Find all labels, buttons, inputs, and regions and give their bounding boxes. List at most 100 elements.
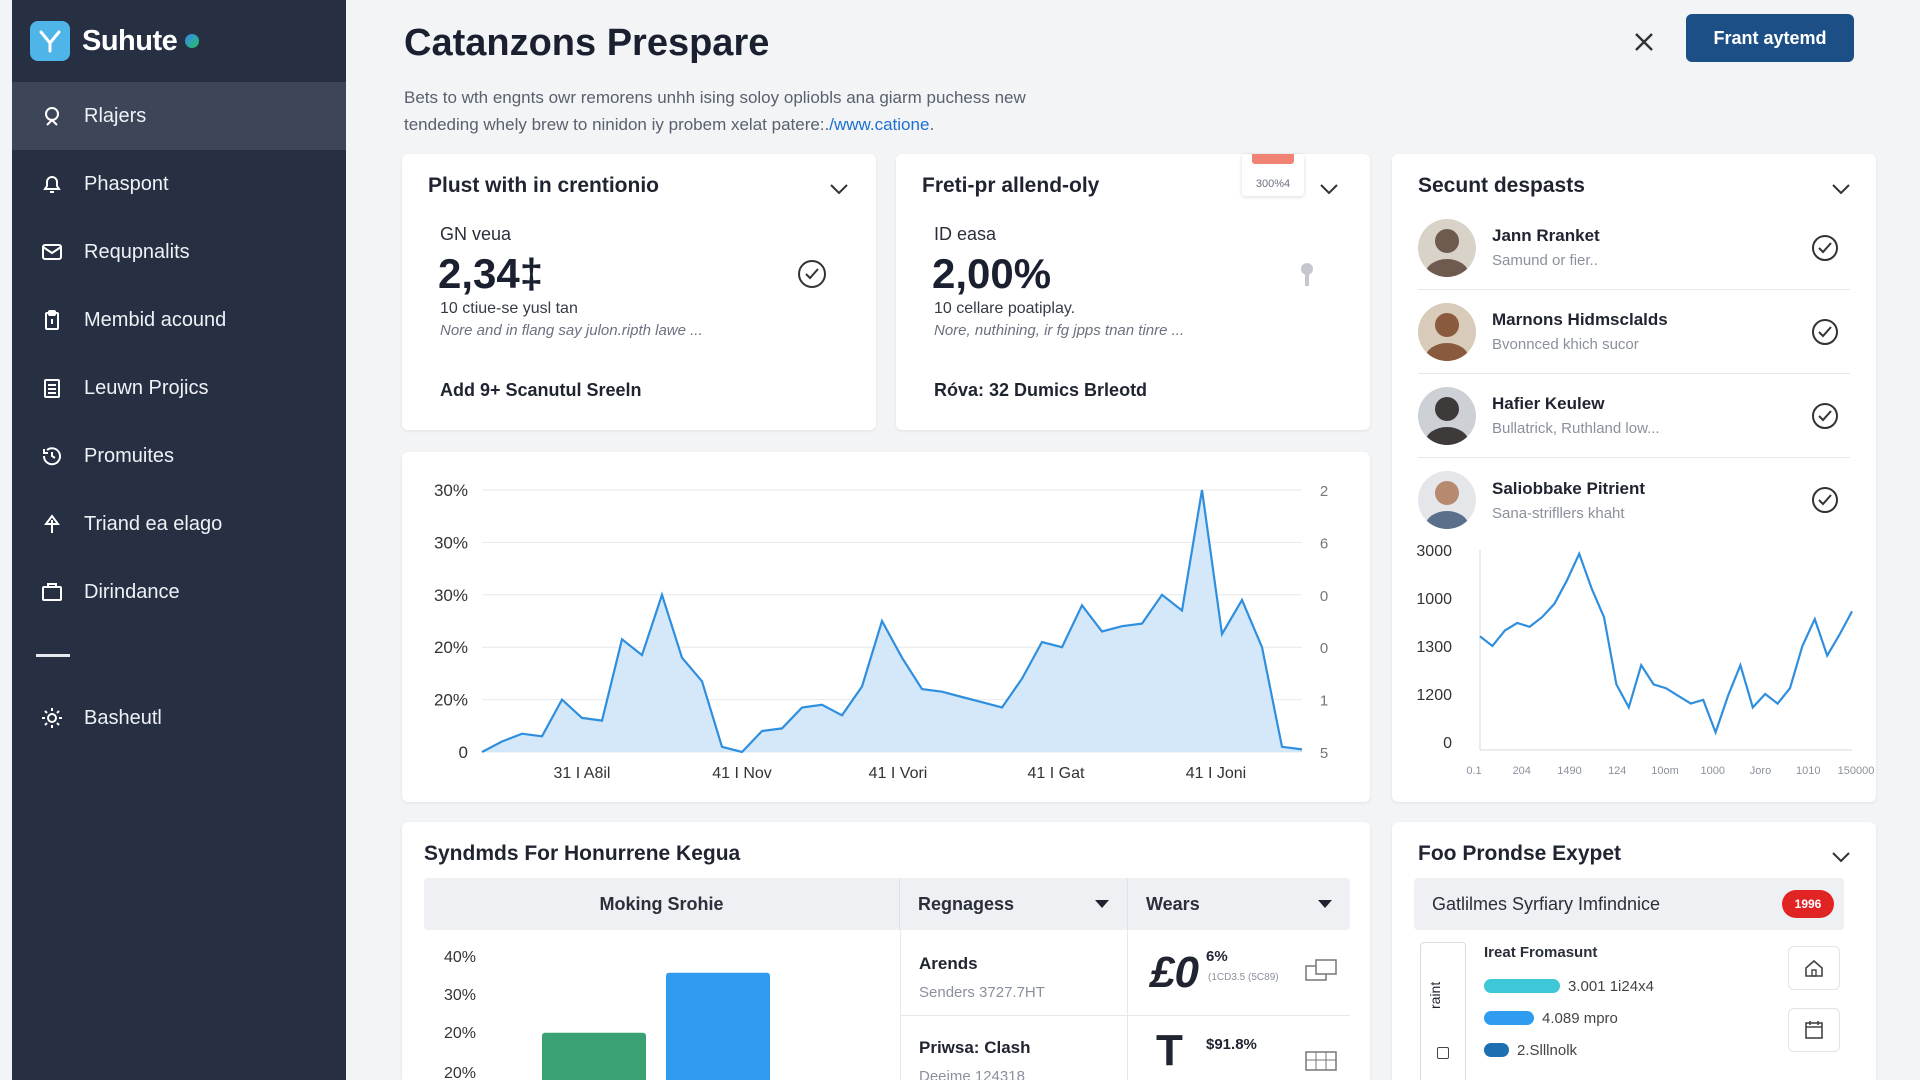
alert-row[interactable]: Gatlilmes Syrfiary Imfindnice 1996	[1414, 878, 1844, 930]
metric-main: T	[1156, 1026, 1183, 1075]
found-card: Foo Prondse Exypet Gatlilmes Syrfiary Im…	[1392, 822, 1876, 1080]
main-chart-card: 30% 2 30% 6 30% 0 20% 0 20% 1 0 5 31 I A8il 41 I Nov 4…	[402, 452, 1370, 802]
x-tick-label: 41 I Gat	[1028, 765, 1085, 782]
copy-icon[interactable]	[1304, 958, 1338, 984]
list-item[interactable]: Hafier Keulew Bullatrick, Ruthland low..…	[1418, 374, 1850, 458]
avatar	[1418, 302, 1476, 361]
x-tick-label: 0.1	[1466, 765, 1481, 777]
sidebar-item-label: Leuwn Projics	[84, 376, 209, 399]
sidebar-divider	[12, 626, 346, 684]
card-title: Secunt despasts	[1418, 174, 1585, 197]
check-circle-icon[interactable]	[1810, 485, 1840, 515]
metrics-column: £0 6% (1CD3.5 (5C89) T $91.8%	[1128, 930, 1350, 1080]
legend-bar	[1484, 1011, 1534, 1025]
alert-label: Gatlilmes Syrfiary Imfindnice	[1432, 893, 1661, 914]
chevron-down-icon[interactable]	[1828, 844, 1854, 870]
chevron-down-icon[interactable]	[1828, 176, 1854, 202]
line-chart: 3000 1000 1300 1200 0 0.1 204 1490 124 10om 1000 Jo…	[1416, 543, 1875, 777]
column-header[interactable]: Moking Srohie	[424, 878, 900, 930]
y2-tick-label: 0	[1320, 588, 1328, 605]
alert-badge: 1996	[1782, 890, 1834, 918]
chevron-down-icon[interactable]	[1316, 176, 1342, 202]
calendar-button[interactable]	[1788, 1008, 1840, 1052]
list-item[interactable]: Saliobbake Pitrient Sana-strifllers khah…	[1418, 458, 1850, 542]
legend-title: Ireat Fromasunt	[1484, 944, 1598, 961]
person-subtitle: Sana-strifllers khaht	[1492, 504, 1625, 522]
x-tick-label: 31 I A8il	[554, 765, 611, 782]
dropdown-arrow-icon	[1095, 900, 1109, 908]
sidebar-item-dirindance[interactable]: Dirindance	[12, 558, 346, 626]
upload-icon	[38, 510, 66, 538]
list-item[interactable]: Marnons Hidmsclalds Bvonnced khich sucor	[1418, 290, 1850, 374]
sidebar-item-label: Promuites	[84, 444, 175, 467]
metric-cell: £0 6% (1CD3.5 (5C89)	[1128, 930, 1350, 1016]
sidebar-item-membid-acound[interactable]: Membid acound	[12, 286, 346, 354]
kpi-card-2: Freti-pr allend-oly 300%4 ID easa 2,00% …	[896, 154, 1370, 430]
kpi-value: 2,00%	[932, 250, 1052, 297]
mail-icon	[38, 238, 66, 266]
y2-tick-label: 0	[1320, 640, 1328, 657]
grid-icon[interactable]	[1304, 1050, 1338, 1072]
person-name: Hafier Keulew	[1492, 394, 1605, 413]
list-item[interactable]: Jann Rranket Samund or fier..	[1418, 206, 1850, 290]
legend-label: 3.001 1i24x4	[1568, 977, 1654, 995]
side-tab[interactable]: raint	[1420, 942, 1466, 1080]
column-header[interactable]: Regnagess	[900, 878, 1128, 930]
column-label: Wears	[1146, 893, 1200, 914]
check-circle-icon	[798, 260, 826, 288]
column-header[interactable]: Wears	[1128, 878, 1350, 930]
tag-badge: 300%4	[1242, 154, 1304, 196]
table-row[interactable]: Priwsa: Clash Deeime 124318	[901, 1016, 1127, 1080]
description-link-suffix: .	[929, 115, 935, 134]
y-tick-label: 30%	[434, 481, 468, 500]
sidebar-item-leuwn-projics[interactable]: Leuwn Projics	[12, 354, 346, 422]
y-tick-label: 40%	[444, 949, 476, 966]
check-circle-icon[interactable]	[1810, 233, 1840, 263]
x-tick-label: 204	[1513, 765, 1531, 777]
legend-item: 2.Slllnolk	[1484, 1034, 1764, 1066]
side-tab-label: raint	[1427, 981, 1443, 1009]
sidebar-item-label: Basheutl	[84, 706, 162, 729]
table-card: Syndmds For Honurrene Kegua Moking Srohi…	[402, 822, 1370, 1080]
home-button[interactable]	[1788, 946, 1840, 990]
metric-cell: T $91.8%	[1128, 1016, 1350, 1080]
card-title: Freti-pr allend-oly	[922, 174, 1100, 197]
close-button[interactable]	[1626, 24, 1662, 60]
check-circle-icon[interactable]	[1810, 401, 1840, 431]
sidebar-item-label: Triand ea elago	[84, 512, 223, 535]
kpi-value: 2,34‡	[438, 250, 544, 297]
sidebar-item-rlajers[interactable]: Rlajers	[12, 82, 346, 150]
person-subtitle: Samund or fier..	[1492, 252, 1598, 269]
row-name: Arends	[919, 954, 978, 973]
check-circle-icon[interactable]	[1810, 317, 1840, 347]
sidebar-item-promuites[interactable]: Promuites	[12, 422, 346, 490]
x-tick-label: 150000	[1838, 765, 1875, 777]
table-row[interactable]: Arends Senders 3727.7HT	[901, 930, 1127, 1016]
legend-bar	[1484, 979, 1560, 993]
card-title: Plust with in crentionio	[428, 174, 659, 197]
person-subtitle: Bullatrick, Ruthland low...	[1492, 420, 1660, 437]
sidebar-item-triand-ea-elago[interactable]: Triand ea elago	[12, 490, 346, 558]
x-tick-label: Joro	[1750, 765, 1771, 777]
sidebar-item-settings[interactable]: Basheutl	[12, 684, 346, 752]
series-line	[1479, 550, 1853, 736]
description-link[interactable]: /www.catione	[829, 115, 929, 134]
primary-action-button[interactable]: Frant aytemd	[1686, 14, 1854, 62]
x-tick-label: 41 I Vori	[869, 765, 928, 782]
card-title: Syndmds For Honurrene Kegua	[424, 842, 741, 865]
legend-label: 4.089 mpro	[1542, 1009, 1618, 1027]
brand[interactable]: Suhute	[12, 0, 346, 82]
document-icon	[38, 374, 66, 402]
legend-item: 4.089 mpro	[1484, 1002, 1764, 1034]
y-tick-label: 0	[459, 743, 468, 762]
sidebar-item-phaspont[interactable]: Phaspont	[12, 150, 346, 218]
column-label: Moking Srohie	[599, 893, 724, 914]
y2-tick-label: 6	[1320, 535, 1328, 552]
y2-tick-label: 2	[1320, 483, 1328, 500]
kpi-footer: Add 9+ Scanutul Sreeln	[440, 380, 642, 400]
sidebar-item-requpnalits[interactable]: Requpnalits	[12, 218, 346, 286]
metric-sup: 6%	[1206, 948, 1228, 965]
chevron-down-icon[interactable]	[826, 176, 852, 202]
square-icon	[1437, 1047, 1449, 1059]
sidebar: Suhute Rlajers Phaspont Requpnalits Memb…	[12, 0, 346, 1080]
